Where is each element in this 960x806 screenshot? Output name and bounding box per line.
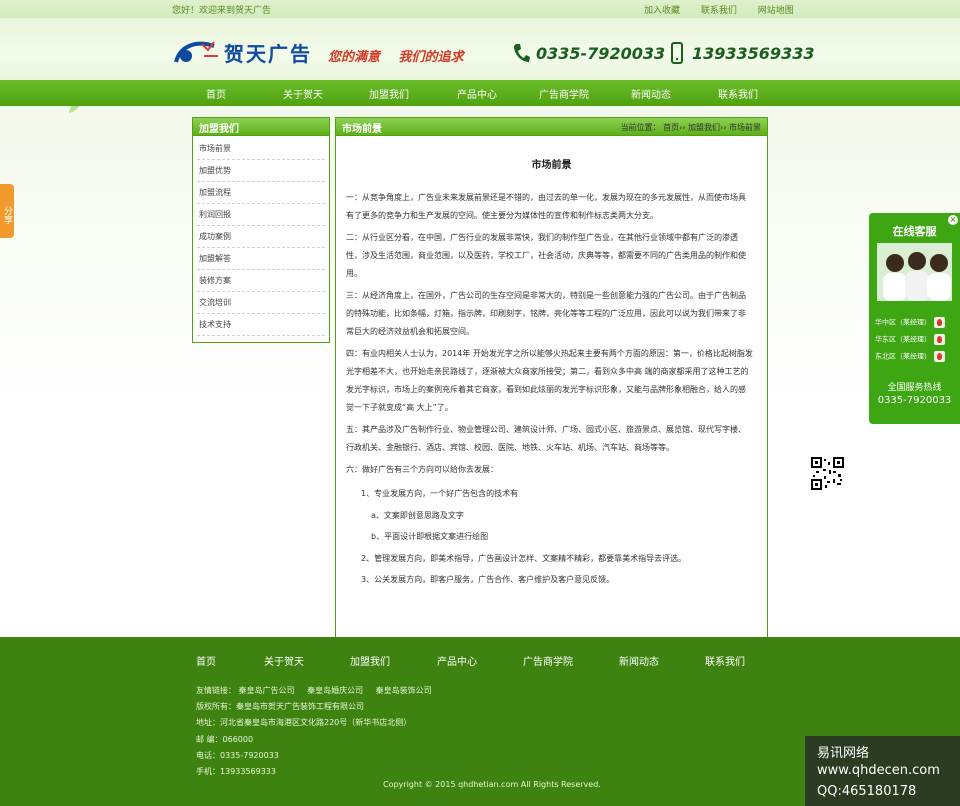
paragraph-5: 五：其产品涉及广告制作行业、物业管理公司、建筑设计师、广场、园式小区、旅游景点、… <box>346 425 746 452</box>
footer-nav-join[interactable]: 加盟我们 <box>350 653 390 668</box>
hotline-label: 全国服务热线 <box>887 383 942 393</box>
online-service-panel: × 在线客服 华中区（某经理） 华东区（某经理） 东北区（某经理） 全国服务热线… <box>869 213 960 424</box>
contact-huadong[interactable]: 华东区（某经理） <box>875 334 945 345</box>
service-photo <box>877 243 952 301</box>
mobile-number: 13933569333 <box>692 43 815 63</box>
sub-item: a、文案即创意思路及文字 <box>371 510 464 520</box>
copyright: Copyright © 2015 qhdhetian.com All Right… <box>383 780 601 789</box>
paragraph-1: 一：从竞争角度上，广告业未来发展前景还是不错的，由过去的单一化，发展为现在的多元… <box>346 193 746 220</box>
sidebar-item-profit[interactable]: 利润回报 <box>197 204 325 226</box>
welcome-text: 您好！欢迎来到贺天广告 <box>172 6 272 16</box>
nav-academy[interactable]: 广告商学院 <box>534 86 594 101</box>
sub-item: 1、专业发展方向，一个好广告包含的技术有 <box>361 489 519 498</box>
nav-home[interactable]: 首页 <box>186 86 246 101</box>
add-favorite-link[interactable]: 加入收藏 <box>644 6 680 16</box>
header: 贺天广告 您的满意 我们的追求 0335-7920033 13933569333 <box>0 18 960 80</box>
mobile: 手机：13933569333 <box>196 767 276 777</box>
contact-huazhong[interactable]: 华中区（某经理） <box>875 317 945 328</box>
landline-block: 0335-7920033 <box>512 42 665 64</box>
qr-code-icon <box>811 457 844 490</box>
sub-item: b、平面设计即根据文案进行绘图 <box>371 532 489 541</box>
footer-nav-academy[interactable]: 广告商学院 <box>523 653 573 668</box>
phone-icon <box>514 44 530 62</box>
sidebar-item-process[interactable]: 加盟流程 <box>197 182 325 204</box>
mobile-block: 13933569333 <box>668 42 814 64</box>
sidebar-title: 加盟我们 <box>193 118 329 136</box>
qq-icon[interactable] <box>934 317 945 328</box>
watermark-line-2: www.qhdecen.com <box>817 763 940 778</box>
main-content: 市场前景 当前位置： 首页›› 加盟我们›› 市场前景 市场前景 一：从竞争角度… <box>335 117 768 637</box>
paragraph-3: 三：从经济角度上，在国外，广告公司的生存空间是非常大的，特别是一些创意能力强的广… <box>346 291 746 336</box>
sidebar-item-cases[interactable]: 成功案例 <box>197 226 325 248</box>
logo-icon[interactable] <box>174 38 222 66</box>
qq-icon[interactable] <box>934 351 945 362</box>
breadcrumb: 当前位置： 首页›› 加盟我们›› 市场前景 <box>620 123 761 132</box>
footer-nav-about[interactable]: 关于贺天 <box>264 653 304 668</box>
site-map-link[interactable]: 网站地图 <box>758 6 794 16</box>
main-nav: 首页 关于贺天 加盟我们 产品中心 广告商学院 新闻动态 联系我们 <box>0 80 960 106</box>
sidebar: 加盟我们 市场前景 加盟优势 加盟流程 利润回报 成功案例 加盟解答 装修方案 … <box>192 117 330 343</box>
sidebar-item-decoration[interactable]: 装修方案 <box>197 270 325 292</box>
nav-news[interactable]: 新闻动态 <box>621 86 681 101</box>
paragraph-6: 六：做好广告有三个方向可以给你去发展： <box>346 465 498 474</box>
article-title: 市场前景 <box>531 160 572 171</box>
sidebar-list: 市场前景 加盟优势 加盟流程 利润回报 成功案例 加盟解答 装修方案 交流培训 … <box>193 136 329 338</box>
footer-info: 友情链接： 秦皇岛广告公司 秦皇岛婚庆公司 秦皇岛装饰公司 版权所有：秦皇岛市贺… <box>196 683 442 780</box>
paragraph-2: 二：从行业区分看，在中国，广告行业的发展非常快，我们的制作型广告业，在其他行业领… <box>346 233 746 278</box>
footer-nav-news[interactable]: 新闻动态 <box>619 653 659 668</box>
sub-item: 3、公关发展方向，即客户服务，广告合作、客户维护及客户意见反馈。 <box>361 575 615 584</box>
nav-join[interactable]: 加盟我们 <box>359 86 419 101</box>
friend-link[interactable]: 秦皇岛装饰公司 <box>376 686 432 695</box>
paragraph-4: 四：有业内相关人士认为，2014年 开始发光字之所以能够火热起来主要有两个方面的… <box>346 349 753 412</box>
slogan: 您的满意 我们的追求 <box>328 46 478 65</box>
watermark-line-1: 易讯网络 <box>817 746 870 761</box>
contact-us-link[interactable]: 联系我们 <box>701 6 737 16</box>
watermark-line-3: QQ:465180178 <box>817 784 917 799</box>
service-title: 在线客服 <box>892 225 937 238</box>
top-links: 加入收藏 联系我们 网站地图 <box>644 3 812 16</box>
hotline-number: 0335-7920033 <box>877 395 952 406</box>
copyright-owner: 版权所有：秦皇岛市贺天广告装饰工程有限公司 <box>196 702 364 712</box>
sidebar-item-faq[interactable]: 加盟解答 <box>197 248 325 270</box>
logo-text[interactable]: 贺天广告 <box>224 38 312 67</box>
contact-dongbei[interactable]: 东北区（某经理） <box>875 351 945 362</box>
sidebar-item-market[interactable]: 市场前景 <box>197 138 325 160</box>
friend-link[interactable]: 秦皇岛广告公司 <box>239 686 295 695</box>
telephone: 电话：0335-7920033 <box>196 750 279 760</box>
friend-link[interactable]: 秦皇岛婚庆公司 <box>307 686 363 695</box>
top-bar: 您好！欢迎来到贺天广告 加入收藏 联系我们 网站地图 <box>0 0 960 18</box>
postcode: 邮 编：066000 <box>196 734 254 744</box>
landline-number: 0335-7920033 <box>536 43 666 63</box>
mobile-phone-icon <box>671 42 683 64</box>
sidebar-item-advantage[interactable]: 加盟优势 <box>197 160 325 182</box>
content-title-bar: 市场前景 当前位置： 首页›› 加盟我们›› 市场前景 <box>336 118 767 136</box>
section-title: 市场前景 <box>342 124 382 135</box>
footer-nav-home[interactable]: 首页 <box>196 653 216 668</box>
slogan-part-2: 我们的追求 <box>398 50 464 65</box>
sub-item: 2、管理发展方向，即美术指导，广告画设计怎样、文案精不精彩，都要靠美术指导去评选… <box>361 553 687 563</box>
sidebar-item-training[interactable]: 交流培训 <box>197 292 325 314</box>
sidebar-item-support[interactable]: 技术支持 <box>197 314 325 336</box>
nav-products[interactable]: 产品中心 <box>447 86 507 101</box>
address: 地址：河北省秦皇岛市海港区文化路220号（新华书店北侧） <box>196 718 412 728</box>
share-tab[interactable]: 分享 <box>0 184 14 238</box>
nav-about[interactable]: 关于贺天 <box>273 86 333 101</box>
friend-links: 友情链接： 秦皇岛广告公司 秦皇岛婚庆公司 秦皇岛装饰公司 <box>196 686 432 695</box>
qq-icon[interactable] <box>934 334 945 345</box>
footer-nav-products[interactable]: 产品中心 <box>437 653 477 668</box>
slogan-part-1: 您的满意 <box>328 50 381 65</box>
footer-nav-contact[interactable]: 联系我们 <box>705 653 745 668</box>
watermark: 易讯网络 www.qhdecen.com QQ:465180178 <box>805 736 960 806</box>
nav-contact[interactable]: 联系我们 <box>708 86 768 101</box>
